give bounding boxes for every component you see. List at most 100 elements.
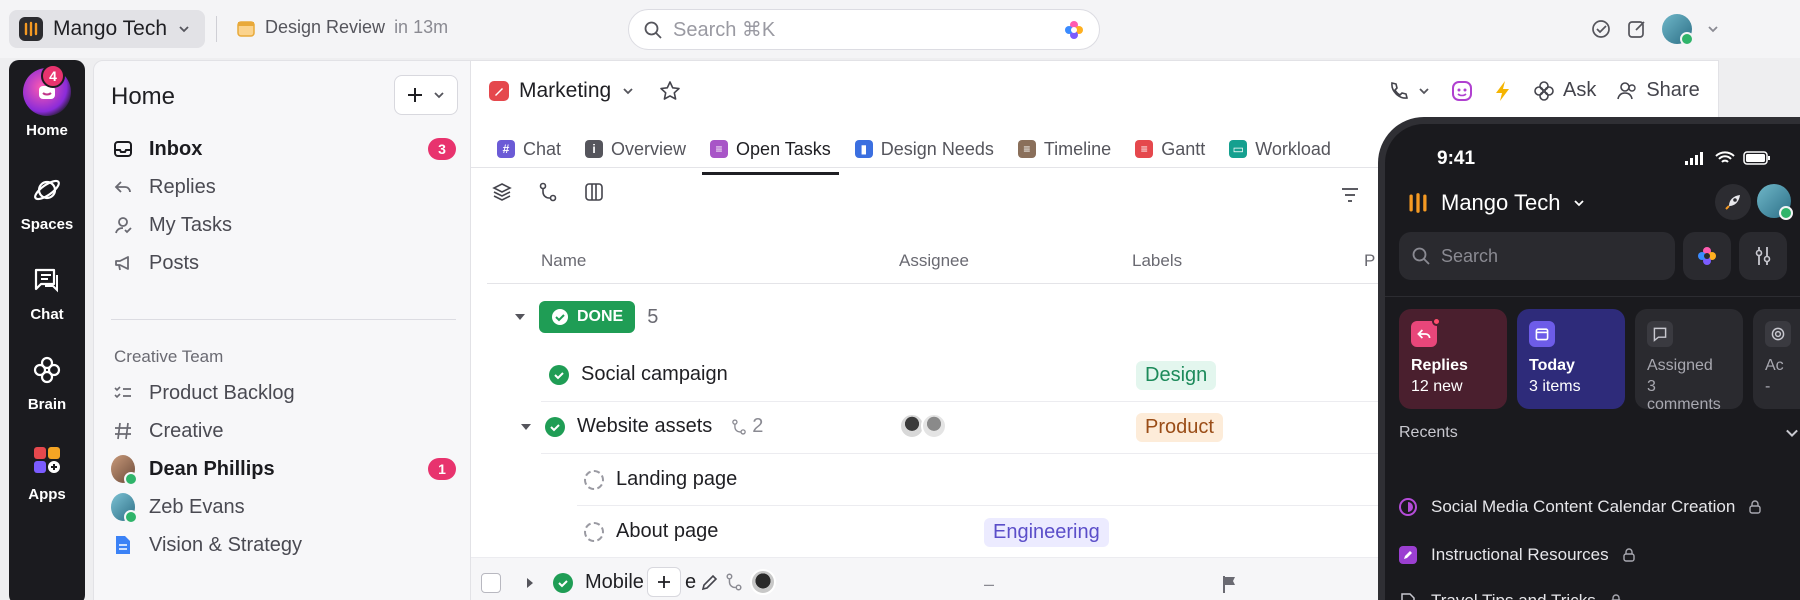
mobile-workspace-switcher[interactable]: Mango Tech [1407, 190, 1586, 216]
rail-item-home[interactable]: 4 Home [9, 64, 85, 139]
caret-down-icon[interactable] [513, 310, 527, 324]
subtask-icon[interactable] [537, 181, 559, 203]
column-header-name[interactable]: Name [541, 251, 586, 271]
check-circle-icon[interactable] [545, 416, 565, 437]
tab-workload[interactable]: ▭ Workload [1221, 129, 1339, 169]
columns-icon[interactable] [583, 181, 605, 203]
lightning-icon[interactable] [1493, 80, 1513, 102]
tab-label: Timeline [1043, 138, 1112, 159]
label-tag[interactable]: Design [1136, 361, 1217, 390]
chevron-down-icon[interactable] [1706, 22, 1720, 36]
ai-agent-icon[interactable] [1451, 80, 1473, 102]
upcoming-meeting[interactable]: Design Review in 13m [236, 17, 448, 38]
brain-icon [1534, 80, 1554, 101]
check-circle-icon[interactable] [549, 364, 569, 385]
task-name: Social campaign [581, 363, 728, 385]
status-badge[interactable]: DONE [539, 301, 636, 333]
recent-item[interactable]: Social Media Content Calendar Creation [1399, 497, 1761, 517]
check-circle-icon[interactable] [553, 572, 573, 593]
tab-overview[interactable]: i Overview [577, 129, 694, 169]
card-assigned[interactable]: Assigned 3 comments [1635, 309, 1743, 413]
card-today[interactable]: Today 3 items [1517, 309, 1625, 409]
workspace-switcher[interactable]: Mango Tech [9, 10, 205, 48]
avatar[interactable] [750, 569, 777, 595]
call-button[interactable] [1387, 80, 1431, 102]
sidebar-item-posts[interactable]: Posts [111, 245, 456, 281]
task-row[interactable]: Website assets 2 [519, 415, 763, 438]
card-replies[interactable]: Replies 12 new [1399, 309, 1507, 409]
settings-sliders-button[interactable] [1739, 232, 1787, 280]
check-circle-icon[interactable] [1590, 18, 1612, 40]
ai-button[interactable] [1683, 232, 1731, 280]
rail-item-brain[interactable]: Brain [9, 350, 85, 413]
edit-icon[interactable] [1626, 18, 1648, 40]
subtask-row[interactable]: Landing page [584, 468, 737, 491]
subtask-row[interactable]: About page [584, 520, 718, 543]
recents-header[interactable]: Recents [1399, 424, 1800, 442]
rail-item-apps[interactable]: Apps [9, 440, 85, 503]
sidebar-item-replies[interactable]: Replies [111, 169, 456, 205]
tab-open-tasks[interactable]: ≡ Open Tasks [702, 129, 839, 175]
flag-icon[interactable] [1221, 574, 1239, 594]
caret-down-icon[interactable] [519, 420, 533, 434]
chevron-down-icon [434, 92, 444, 99]
list-title[interactable]: Marketing [489, 79, 681, 103]
mobile-search-input[interactable]: Search [1399, 232, 1675, 280]
edit-icon[interactable] [700, 572, 720, 592]
task-row[interactable]: Social campaign [549, 363, 728, 386]
workspace-logo-icon [1409, 193, 1427, 213]
sidebar-item-dean-phillips[interactable]: Dean Phillips 1 [111, 451, 456, 487]
sidebar-item-vision-strategy[interactable]: Vision & Strategy [111, 527, 456, 563]
group-header[interactable]: DONE 5 [513, 301, 658, 333]
empty-label[interactable]: – [984, 574, 994, 595]
tab-design-needs[interactable]: ▮ Design Needs [847, 129, 1002, 169]
subtask-count[interactable]: 2 [730, 415, 763, 438]
rail-item-chat[interactable]: Chat [9, 260, 85, 323]
tab-timeline[interactable]: ≡ Timeline [1010, 129, 1119, 169]
sidebar-item-label: Dean Phillips [149, 457, 275, 480]
tab-gantt[interactable]: ≡ Gantt [1127, 129, 1213, 169]
sidebar-item-product-backlog[interactable]: Product Backlog [111, 375, 456, 411]
recent-item[interactable]: Instructional Resources [1399, 545, 1635, 565]
recent-item[interactable]: Travel Tips and Tricks [1399, 591, 1622, 600]
ask-button[interactable]: Ask [1533, 79, 1596, 102]
card-title: Ac [1765, 357, 1784, 374]
column-header-priority[interactable]: P [1364, 251, 1375, 271]
sidebar-item-inbox[interactable]: Inbox 3 [111, 131, 456, 167]
share-button[interactable]: Share [1616, 79, 1700, 102]
label-tag[interactable]: Product [1136, 413, 1223, 442]
column-header-labels[interactable]: Labels [1132, 251, 1182, 271]
card-partial[interactable]: Ac - [1753, 309, 1800, 409]
search-input[interactable]: Search ⌘K [628, 9, 1100, 50]
subtask-icon[interactable] [724, 572, 744, 592]
brain-icon [27, 350, 67, 390]
rail-label: Chat [30, 306, 64, 323]
label-tag[interactable]: Engineering [984, 518, 1109, 547]
filter-icon[interactable] [1339, 184, 1361, 206]
star-icon[interactable] [659, 80, 681, 102]
task-name-tail: e [685, 570, 697, 593]
layers-icon[interactable] [491, 181, 513, 203]
tab-chat[interactable]: # Chat [489, 129, 569, 169]
avatar [921, 413, 947, 439]
open-status-icon[interactable] [584, 521, 604, 542]
rail-item-spaces[interactable]: Spaces [9, 170, 85, 233]
caret-right-icon[interactable] [523, 576, 537, 590]
calendar-icon [237, 20, 255, 37]
sidebar-item-my-tasks[interactable]: My Tasks [111, 207, 456, 243]
sidebar-item-zeb-evans[interactable]: Zeb Evans [111, 489, 456, 525]
assignee-avatars[interactable] [899, 413, 947, 439]
sidebar-item-creative[interactable]: Creative [111, 413, 456, 449]
search-icon [1412, 247, 1430, 265]
task-row[interactable]: Mobile [481, 571, 644, 594]
ai-sparkle-icon[interactable] [1063, 19, 1085, 41]
status-label: DONE [577, 308, 624, 325]
rocket-button[interactable] [1715, 184, 1751, 220]
user-avatar[interactable] [1662, 14, 1694, 46]
create-new-button[interactable] [394, 75, 458, 115]
open-status-icon[interactable] [584, 469, 604, 490]
user-avatar[interactable] [1757, 184, 1793, 220]
column-header-assignee[interactable]: Assignee [899, 251, 969, 271]
row-checkbox[interactable] [481, 572, 501, 593]
add-subtask-button[interactable] [647, 567, 681, 597]
